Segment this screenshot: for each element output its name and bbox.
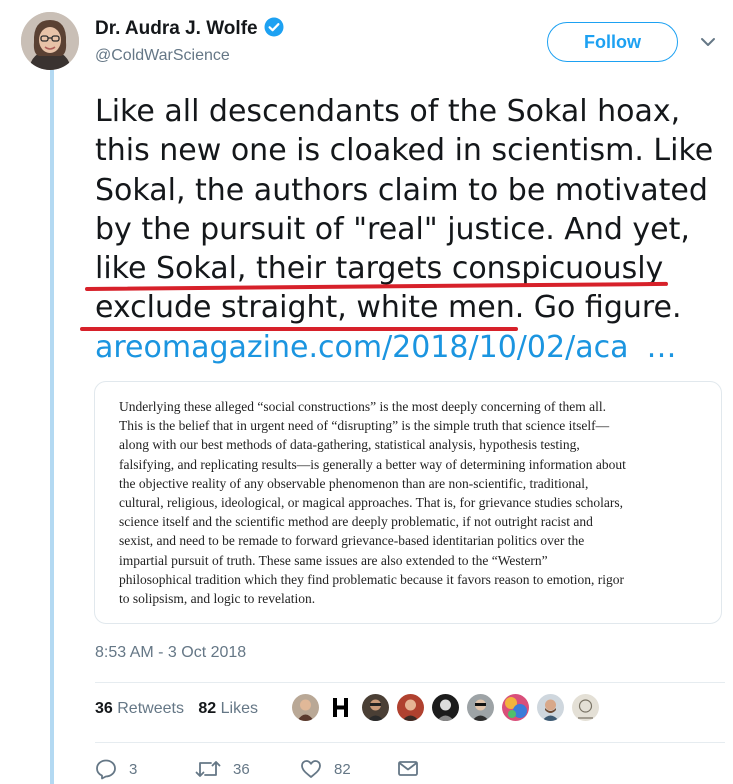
divider: [95, 742, 725, 743]
tweet-timestamp[interactable]: 8:53 AM - 3 Oct 2018: [95, 644, 246, 662]
tweet-line: this new one is cloaked in scientism. Li…: [95, 133, 714, 169]
like-count: 82: [334, 760, 351, 778]
envelope-icon: [398, 761, 418, 776]
tweet-text: Like all descendants of the Sokal hoax, …: [95, 92, 725, 367]
direct-message-button[interactable]: [397, 758, 419, 778]
avatar-photo: [21, 12, 79, 70]
quote-line: science itself and the scientific method…: [119, 514, 593, 530]
tweet-link-ellipsis: …: [646, 329, 677, 365]
chevron-down-icon[interactable]: [700, 34, 716, 50]
quote-line: philosophical tradition which they find …: [119, 571, 624, 587]
reply-icon: [96, 759, 116, 780]
tweet-line: Sokal, the authors claim to be motivated: [95, 172, 708, 208]
quote-line: This is the belief that in urgent need o…: [119, 418, 610, 434]
retweet-button[interactable]: 36: [195, 758, 250, 780]
liker-avatar[interactable]: [432, 694, 459, 721]
tweet-line: Like all descendants of the Sokal hoax,: [95, 94, 681, 129]
liker-avatar[interactable]: [362, 694, 389, 721]
quote-line: impartial pursuit of truth. These same i…: [119, 552, 548, 568]
reply-count: 3: [129, 760, 138, 778]
quote-card[interactable]: Underlying these alleged “social constru…: [94, 381, 722, 624]
tweet-line: by the pursuit of "real" justice. And ye…: [95, 211, 690, 247]
quote-line: falsifying, and replicating results—is g…: [119, 456, 626, 472]
retweet-count: 36: [233, 760, 250, 778]
quote-line: Underlying these alleged “social constru…: [119, 399, 606, 414]
liker-avatars: [292, 694, 607, 721]
follow-button[interactable]: Follow: [547, 22, 678, 62]
likes-count: 82: [198, 700, 217, 717]
liker-avatar[interactable]: [327, 694, 354, 721]
quote-line: sexist, and need to be remade to forward…: [119, 533, 585, 549]
likes-label: Likes: [220, 700, 259, 717]
tweet-line: exclude straight, white men. Go figure.: [95, 290, 682, 326]
quote-text: Underlying these alleged “social constru…: [119, 397, 709, 608]
retweets-stat[interactable]: 36 Retweets: [95, 700, 184, 717]
thread-line: [50, 68, 54, 784]
red-underline-annotation: [80, 327, 518, 331]
quote-line: to solipsism, and logic to revelation.: [119, 591, 316, 607]
quote-line: along with our best methods of data-gath…: [119, 437, 580, 453]
liker-avatar[interactable]: [397, 694, 424, 721]
retweets-label: Retweets: [117, 700, 184, 717]
avatar[interactable]: [21, 12, 79, 70]
retweet-icon: [195, 761, 221, 777]
liker-avatar[interactable]: [537, 694, 564, 721]
heart-icon: [301, 760, 321, 778]
tweet-link[interactable]: areomagazine.com/2018/10/02/aca …: [95, 328, 725, 367]
liker-avatar[interactable]: [572, 694, 599, 721]
tweet-stats: 36 Retweets 82 Likes: [95, 700, 268, 718]
liker-avatar[interactable]: [502, 694, 529, 721]
quote-line: the objective reality of any observable …: [119, 475, 589, 491]
liker-avatar[interactable]: [292, 694, 319, 721]
retweets-count: 36: [95, 700, 113, 717]
author-name[interactable]: Dr. Audra J. Wolfe: [95, 17, 284, 40]
tweet-link-text: areomagazine.com/2018/10/02/aca: [95, 329, 629, 365]
author-name-text: Dr. Audra J. Wolfe: [95, 18, 258, 39]
author-handle[interactable]: @ColdWarScience: [95, 47, 230, 65]
divider: [95, 682, 725, 683]
like-button[interactable]: 82: [300, 758, 351, 780]
likes-stat[interactable]: 82 Likes: [198, 700, 258, 717]
quote-line: cultural, religious, ideological, or mag…: [119, 495, 623, 511]
verified-badge-icon: [264, 17, 284, 37]
liker-avatar[interactable]: [467, 694, 494, 721]
reply-button[interactable]: 3: [95, 758, 137, 780]
